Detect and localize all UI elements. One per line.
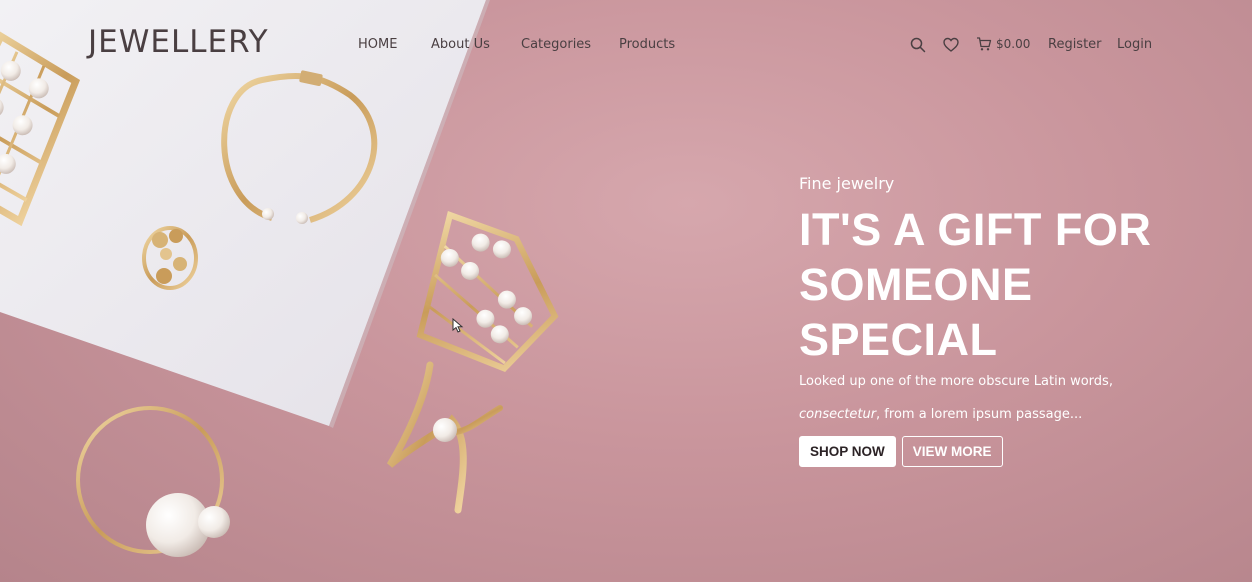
hero-body-line-1: Looked up one of the more obscure Latin … [799,374,1113,389]
nav-products[interactable]: Products [619,37,675,52]
nav-home[interactable]: HOME [358,37,397,52]
cart-icon [977,37,992,51]
view-more-button[interactable]: VIEW MORE [901,436,1003,467]
mouse-cursor-icon [452,318,464,333]
hero-buttons: SHOP NOW VIEW MORE [799,436,1239,467]
login-link[interactable]: Login [1117,37,1152,52]
pearl-cuff-middle [416,211,559,372]
hero-body-emphasis: consectetur [799,407,877,422]
pearl-bangle [76,406,230,557]
search-icon[interactable] [909,36,927,54]
hero-body-line-2: consectetur, from a lorem ipsum passage.… [799,407,1239,422]
hero-copy: Fine jewelry IT'S A GIFT FOR SOMEONE SPE… [799,174,1239,467]
shop-now-button[interactable]: SHOP NOW [799,436,896,467]
hero-body-rest: , from a lorem ipsum passage... [876,407,1083,422]
hero-section: JEWELLERY HOME About Us Categories Produ… [0,0,1252,582]
register-link[interactable]: Register [1048,37,1102,52]
nav-categories[interactable]: Categories [521,37,591,52]
white-board [0,0,486,426]
wishbone-pendant [386,361,503,514]
site-logo[interactable]: JEWELLERY [88,24,269,60]
headline-line-2: SOMEONE SPECIAL [799,259,1033,365]
nav-about-us[interactable]: About Us [431,37,490,52]
headline-line-1: IT'S A GIFT FOR [799,204,1152,255]
cart-button[interactable]: $0.00 [976,36,1030,52]
hero-kicker: Fine jewelry [799,174,895,193]
hero-headline: IT'S A GIFT FOR SOMEONE SPECIAL [799,202,1239,367]
heart-icon[interactable] [942,36,960,54]
cart-total: $0.00 [996,37,1031,51]
